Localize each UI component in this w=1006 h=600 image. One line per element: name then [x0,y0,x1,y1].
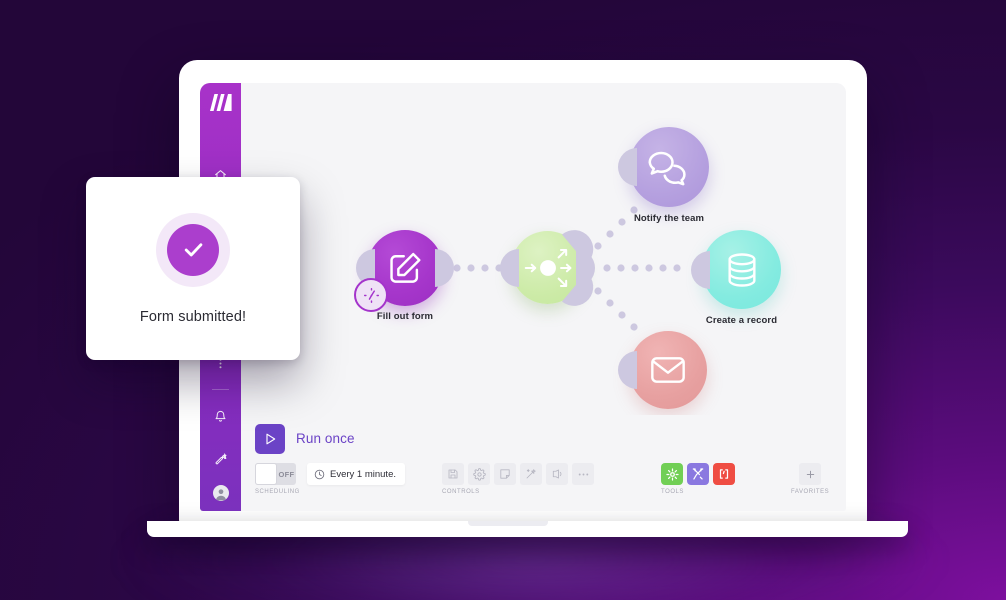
note-icon [500,469,510,479]
more-controls-button[interactable] [572,463,594,485]
router-arrows-icon [524,248,571,287]
node-create-a-record[interactable]: Create a record [691,230,781,326]
chat-bubbles-icon [648,151,686,186]
node-label: Fill out form [376,311,434,322]
form-submitted-message: Form submitted! [139,308,247,325]
toolbar-groups: OFF Every 1 minute. SCHEDULING CONTROLS … [255,463,832,495]
controls-caption: CONTROLS [442,489,480,495]
scenario-settings-button[interactable] [468,463,490,485]
node-label: Notify the team [633,213,705,224]
node-send-an-email[interactable]: Send an email [618,331,707,426]
avatar[interactable] [212,485,229,501]
node-notify-the-team[interactable]: Notify the team [618,127,709,224]
node-router[interactable] [500,221,601,314]
check-halo [156,212,230,287]
run-once-row: Run once [255,421,832,456]
play-icon [266,433,276,444]
connector-left [500,248,519,287]
auto-align-button[interactable] [520,463,542,485]
scheduling-group: OFF Every 1 minute. SCHEDULING [255,463,405,495]
favorites-caption: FAVORITES [791,489,830,495]
edit-square-icon [390,252,421,283]
database-icon [727,252,756,287]
connector-left [691,250,710,289]
add-to-favorites-button[interactable] [799,463,822,485]
tools-group: TOOLS [661,463,735,495]
check-icon [184,243,202,257]
form-submitted-card: Form submitted! [86,177,300,360]
explain-flow-icon [552,469,562,479]
sidebar-divider [212,389,229,390]
node-fill-out-form[interactable]: Fill out form [354,230,454,322]
gear-icon [665,467,679,481]
auto-align-icon [526,469,536,479]
scenario-toolbar: Run once OFF Every 1 minute. SCHEDULING … [241,415,846,511]
plus-icon [806,470,814,478]
text-parser-button[interactable] [713,463,735,485]
scheduling-caption: SCHEDULING [255,489,300,495]
scheduling-toggle[interactable]: OFF [255,463,296,485]
gear-icon [472,467,486,481]
ellipsis-icon [578,473,588,475]
tools-caption: TOOLS [661,489,684,495]
sidebar-item-tools[interactable] [208,445,234,471]
run-once-label[interactable]: Run once [296,431,355,446]
brackets-icon [719,469,729,479]
toggle-state-label: OFF [278,469,295,479]
save-icon [448,469,458,479]
sidebar-item-notifications[interactable] [208,403,234,429]
favorites-group: FAVORITES [791,463,829,495]
flow-control-button[interactable] [687,463,709,485]
tools-app-button[interactable] [661,463,683,485]
schedule-chip[interactable]: Every 1 minute. [307,463,405,485]
controls-group: CONTROLS [442,463,594,495]
laptop-notch [468,521,548,526]
clock-icon [314,469,325,479]
notes-button[interactable] [494,463,516,485]
connector-left [618,148,637,186]
envelope-icon [651,357,685,383]
scenario-canvas[interactable]: Fill out form Notify the team Create a r… [241,83,846,511]
run-once-button[interactable] [255,423,285,454]
check-circle [167,223,219,276]
make-logo-icon[interactable] [209,92,233,112]
node-label: Create a record [705,315,778,326]
schedule-text: Every 1 minute. [330,468,396,480]
connector-right [435,249,454,287]
connector-left [618,351,637,389]
explain-flow-button[interactable] [546,463,568,485]
wrench-cross-icon [692,468,704,480]
save-button[interactable] [442,463,464,485]
clock-badge-icon [354,278,388,312]
toggle-knob [255,463,277,485]
